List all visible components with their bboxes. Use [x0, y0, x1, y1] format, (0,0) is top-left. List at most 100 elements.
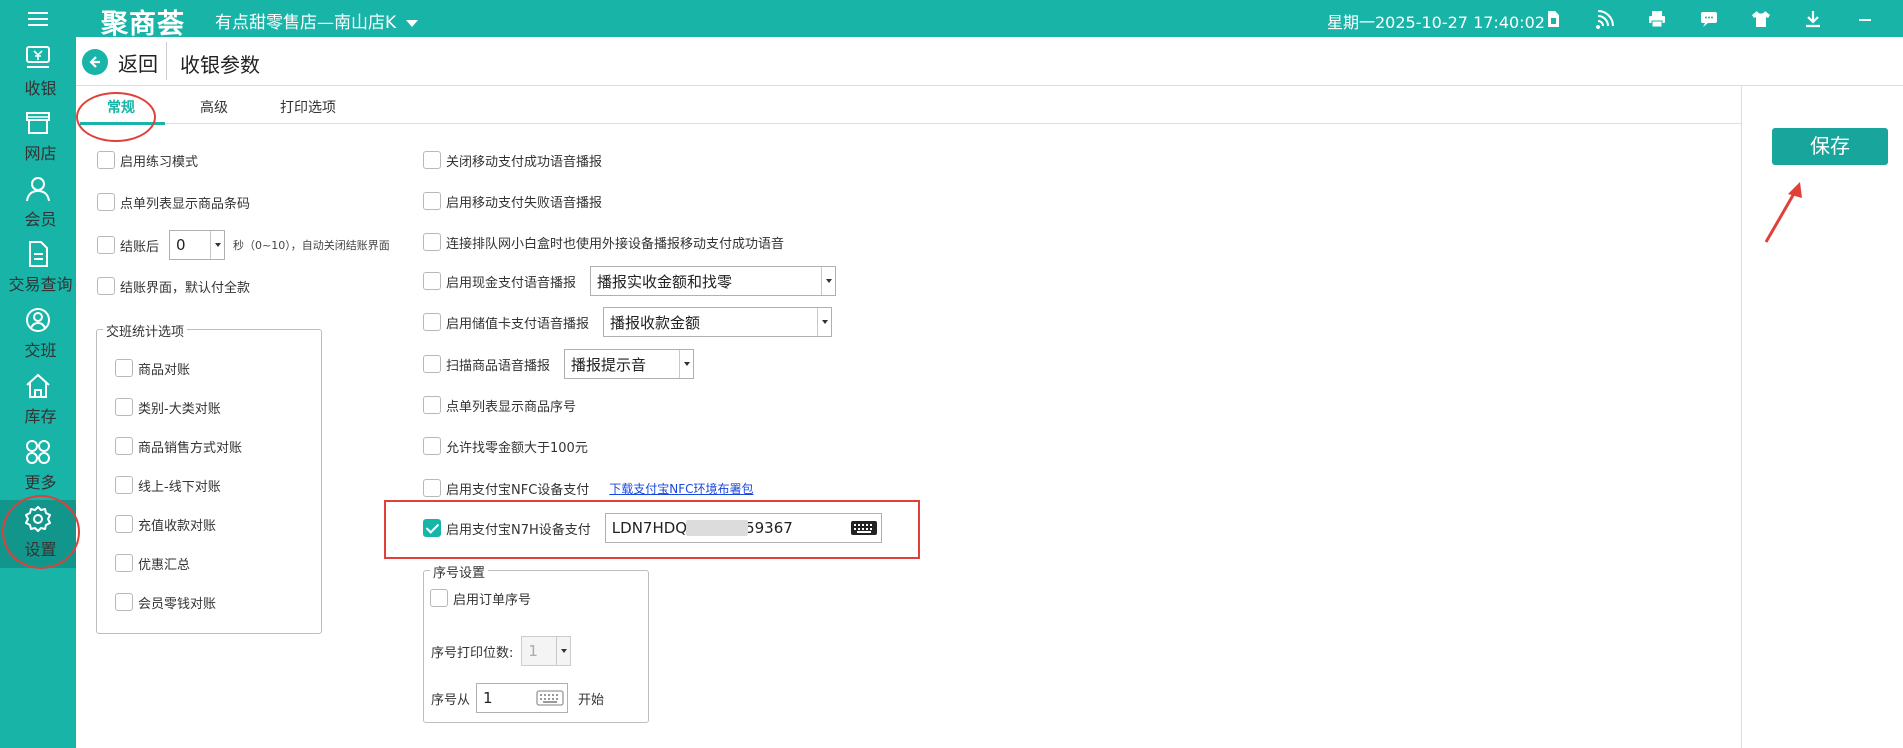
back-arrow-icon — [82, 49, 108, 75]
stored-card-voice-option: 启用储值卡支付语音播报 播报收款金额 — [423, 307, 833, 337]
tab-print-options[interactable]: 打印选项 — [280, 97, 336, 117]
option-label: 线上-线下对账 — [138, 479, 221, 495]
order-seq-option[interactable]: 启用订单序号 — [430, 587, 531, 609]
stored-card-voice-select[interactable]: 播报收款金额 — [603, 307, 833, 337]
annotation-arrow-icon — [1764, 182, 1802, 243]
voice-fail-option[interactable]: 启用移动支付失败语音播报 — [423, 190, 602, 212]
shift-item[interactable]: 线上-线下对账 — [115, 474, 221, 496]
auto-close-hint: 秒（0~10），自动关闭结账界面 — [233, 239, 390, 252]
cashier-icon — [26, 46, 50, 68]
option-label: 启用现金支付语音播报 — [446, 275, 577, 291]
member-icon — [26, 177, 50, 202]
shift-item-checkbox[interactable] — [115, 398, 133, 416]
queue-box-voice-checkbox[interactable] — [423, 233, 441, 251]
chevron-down-icon — [679, 350, 693, 378]
shift-item[interactable]: 商品销售方式对账 — [115, 435, 242, 457]
wifi-signal-icon[interactable] — [1592, 6, 1618, 32]
sim-card-icon[interactable] — [1540, 6, 1566, 32]
sidebar-item-transactions[interactable]: 交易查询 — [0, 235, 76, 299]
shift-item[interactable]: 充值收款对账 — [115, 513, 216, 535]
shift-item-checkbox[interactable] — [115, 476, 133, 494]
practice-mode-checkbox[interactable] — [97, 151, 115, 169]
alipay-nfc-checkbox[interactable] — [423, 479, 441, 497]
option-label: 启用移动支付失败语音播报 — [446, 195, 603, 211]
download-nfc-link[interactable]: 下载支付宝NFC环境布署包 — [609, 480, 753, 497]
scan-voice-checkbox[interactable] — [423, 355, 441, 373]
keyboard-icon[interactable] — [533, 686, 567, 710]
close-voice-success-checkbox[interactable] — [423, 151, 441, 169]
seq-digits-select[interactable]: 1 — [521, 636, 572, 666]
more-grid-icon — [26, 440, 50, 464]
auto-close-checkbox[interactable] — [97, 236, 115, 254]
group-title: 交班统计选项 — [103, 321, 188, 340]
option-label: 开始 — [578, 692, 605, 708]
queue-box-voice-option[interactable]: 连接排队网小白盒时也使用外接设备播报移动支付成功语音 — [423, 231, 784, 253]
voice-fail-checkbox[interactable] — [423, 192, 441, 210]
chevron-down-icon — [406, 19, 419, 27]
sidebar-item-more[interactable]: 更多 — [0, 433, 76, 497]
sidebar-item-store[interactable]: 网店 — [0, 104, 76, 168]
auto-close-seconds-select[interactable]: 0 — [169, 230, 226, 260]
option-label: 商品对账 — [138, 362, 191, 378]
topbar-icons — [1540, 6, 1903, 32]
default-full-pay-option[interactable]: 结账界面，默认付全款 — [97, 275, 250, 297]
annotation-circle-settings — [2, 495, 80, 569]
cash-voice-select[interactable]: 播报实收金额和找零 — [590, 266, 837, 296]
cash-voice-checkbox[interactable] — [423, 272, 441, 290]
order-seq-checkbox[interactable] — [430, 589, 448, 607]
shift-item-checkbox[interactable] — [115, 437, 133, 455]
download-icon[interactable] — [1800, 6, 1826, 32]
stored-card-voice-checkbox[interactable] — [423, 313, 441, 331]
shift-item-checkbox[interactable] — [115, 554, 133, 572]
practice-mode-option[interactable]: 启用练习模式 — [97, 149, 198, 171]
save-button[interactable]: 保存 — [1772, 128, 1888, 165]
option-label: 扫描商品语音播报 — [446, 358, 551, 374]
shirt-icon[interactable] — [1748, 6, 1774, 32]
option-label: 商品销售方式对账 — [138, 440, 243, 456]
shift-item[interactable]: 会员零钱对账 — [115, 591, 216, 613]
sidebar-item-cashier[interactable]: 收银 — [0, 39, 76, 103]
show-barcode-option[interactable]: 点单列表显示商品条码 — [97, 191, 250, 213]
message-icon[interactable] — [1696, 6, 1722, 32]
change-over-100-checkbox[interactable] — [423, 437, 441, 455]
option-label: 点单列表显示商品序号 — [446, 399, 577, 415]
change-over-100-option[interactable]: 允许找零金额大于100元 — [423, 435, 588, 457]
store-name: 有点甜零售店—南山店K — [215, 13, 397, 33]
option-label: 连接排队网小白盒时也使用外接设备播报移动支付成功语音 — [446, 236, 785, 252]
shift-item-checkbox[interactable] — [115, 515, 133, 533]
show-barcode-checkbox[interactable] — [97, 193, 115, 211]
printer-icon[interactable] — [1644, 6, 1670, 32]
datetime-display: 星期一2025-10-27 17:40:02 — [1327, 13, 1545, 32]
scan-voice-select[interactable]: 播报提示音 — [564, 349, 695, 379]
store-selector[interactable]: 有点甜零售店—南山店K — [215, 8, 419, 33]
shift-item-checkbox[interactable] — [115, 359, 133, 377]
menu-icon[interactable] — [26, 9, 50, 29]
app-logo: 聚商荟 — [101, 9, 185, 40]
option-label: 允许找零金额大于100元 — [446, 440, 588, 456]
shift-item-checkbox[interactable] — [115, 593, 133, 611]
shift-item[interactable]: 商品对账 — [115, 357, 190, 379]
option-label: 序号打印位数: — [431, 645, 514, 661]
minimize-icon[interactable] — [1852, 6, 1878, 32]
default-full-pay-checkbox[interactable] — [97, 277, 115, 295]
option-label: 类别-大类对账 — [138, 401, 221, 417]
sidebar-item-member[interactable]: 会员 — [0, 170, 76, 234]
shift-item[interactable]: 类别-大类对账 — [115, 396, 221, 418]
seq-start-input[interactable]: 1 — [476, 683, 569, 713]
show-seq-option[interactable]: 点单列表显示商品序号 — [423, 394, 576, 416]
shift-icon — [26, 308, 50, 332]
option-label: 启用练习模式 — [120, 154, 199, 170]
sidebar-item-label: 交班 — [24, 341, 57, 360]
shift-item[interactable]: 优惠汇总 — [115, 552, 190, 574]
sidebar-item-inventory[interactable]: 库存 — [0, 367, 76, 431]
chevron-down-icon — [210, 231, 224, 259]
back-button[interactable]: 返回 — [82, 48, 158, 76]
tab-advanced[interactable]: 高级 — [200, 97, 228, 117]
sidebar-item-shift[interactable]: 交班 — [0, 301, 76, 365]
close-voice-success-option[interactable]: 关闭移动支付成功语音播报 — [423, 149, 602, 171]
page-header: 返回 收银参数 — [76, 37, 1903, 86]
show-seq-checkbox[interactable] — [423, 396, 441, 414]
option-label: 序号从 — [431, 692, 471, 708]
auto-close-option: 结账后 0 秒（0~10），自动关闭结账界面 — [97, 230, 390, 260]
store-icon — [26, 112, 50, 134]
